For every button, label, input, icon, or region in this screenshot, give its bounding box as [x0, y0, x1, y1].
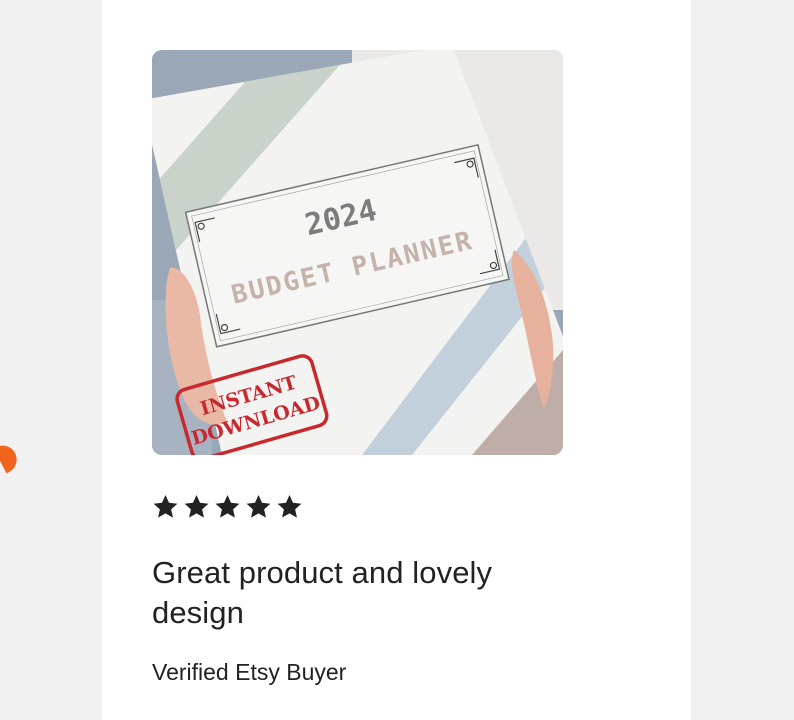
planner-photo: 2024 BUDGET PLANNER INSTANT DOWNLOAD: [152, 50, 563, 455]
star-rating: [152, 493, 303, 520]
star-icon: [277, 495, 302, 518]
review-card: 2024 BUDGET PLANNER INSTANT DOWNLOAD Gre…: [102, 0, 691, 720]
reviewer-name: Verified Etsy Buyer: [152, 659, 347, 685]
star-icon: [184, 495, 209, 518]
star-icon: [246, 495, 271, 518]
star-icon: [153, 495, 178, 518]
star-icon: [215, 495, 240, 518]
accent-shape: [0, 440, 22, 474]
review-title: Great product and lovely design: [152, 555, 493, 630]
page: 2024 BUDGET PLANNER INSTANT DOWNLOAD Gre…: [0, 0, 794, 720]
product-image[interactable]: 2024 BUDGET PLANNER INSTANT DOWNLOAD: [152, 50, 563, 455]
